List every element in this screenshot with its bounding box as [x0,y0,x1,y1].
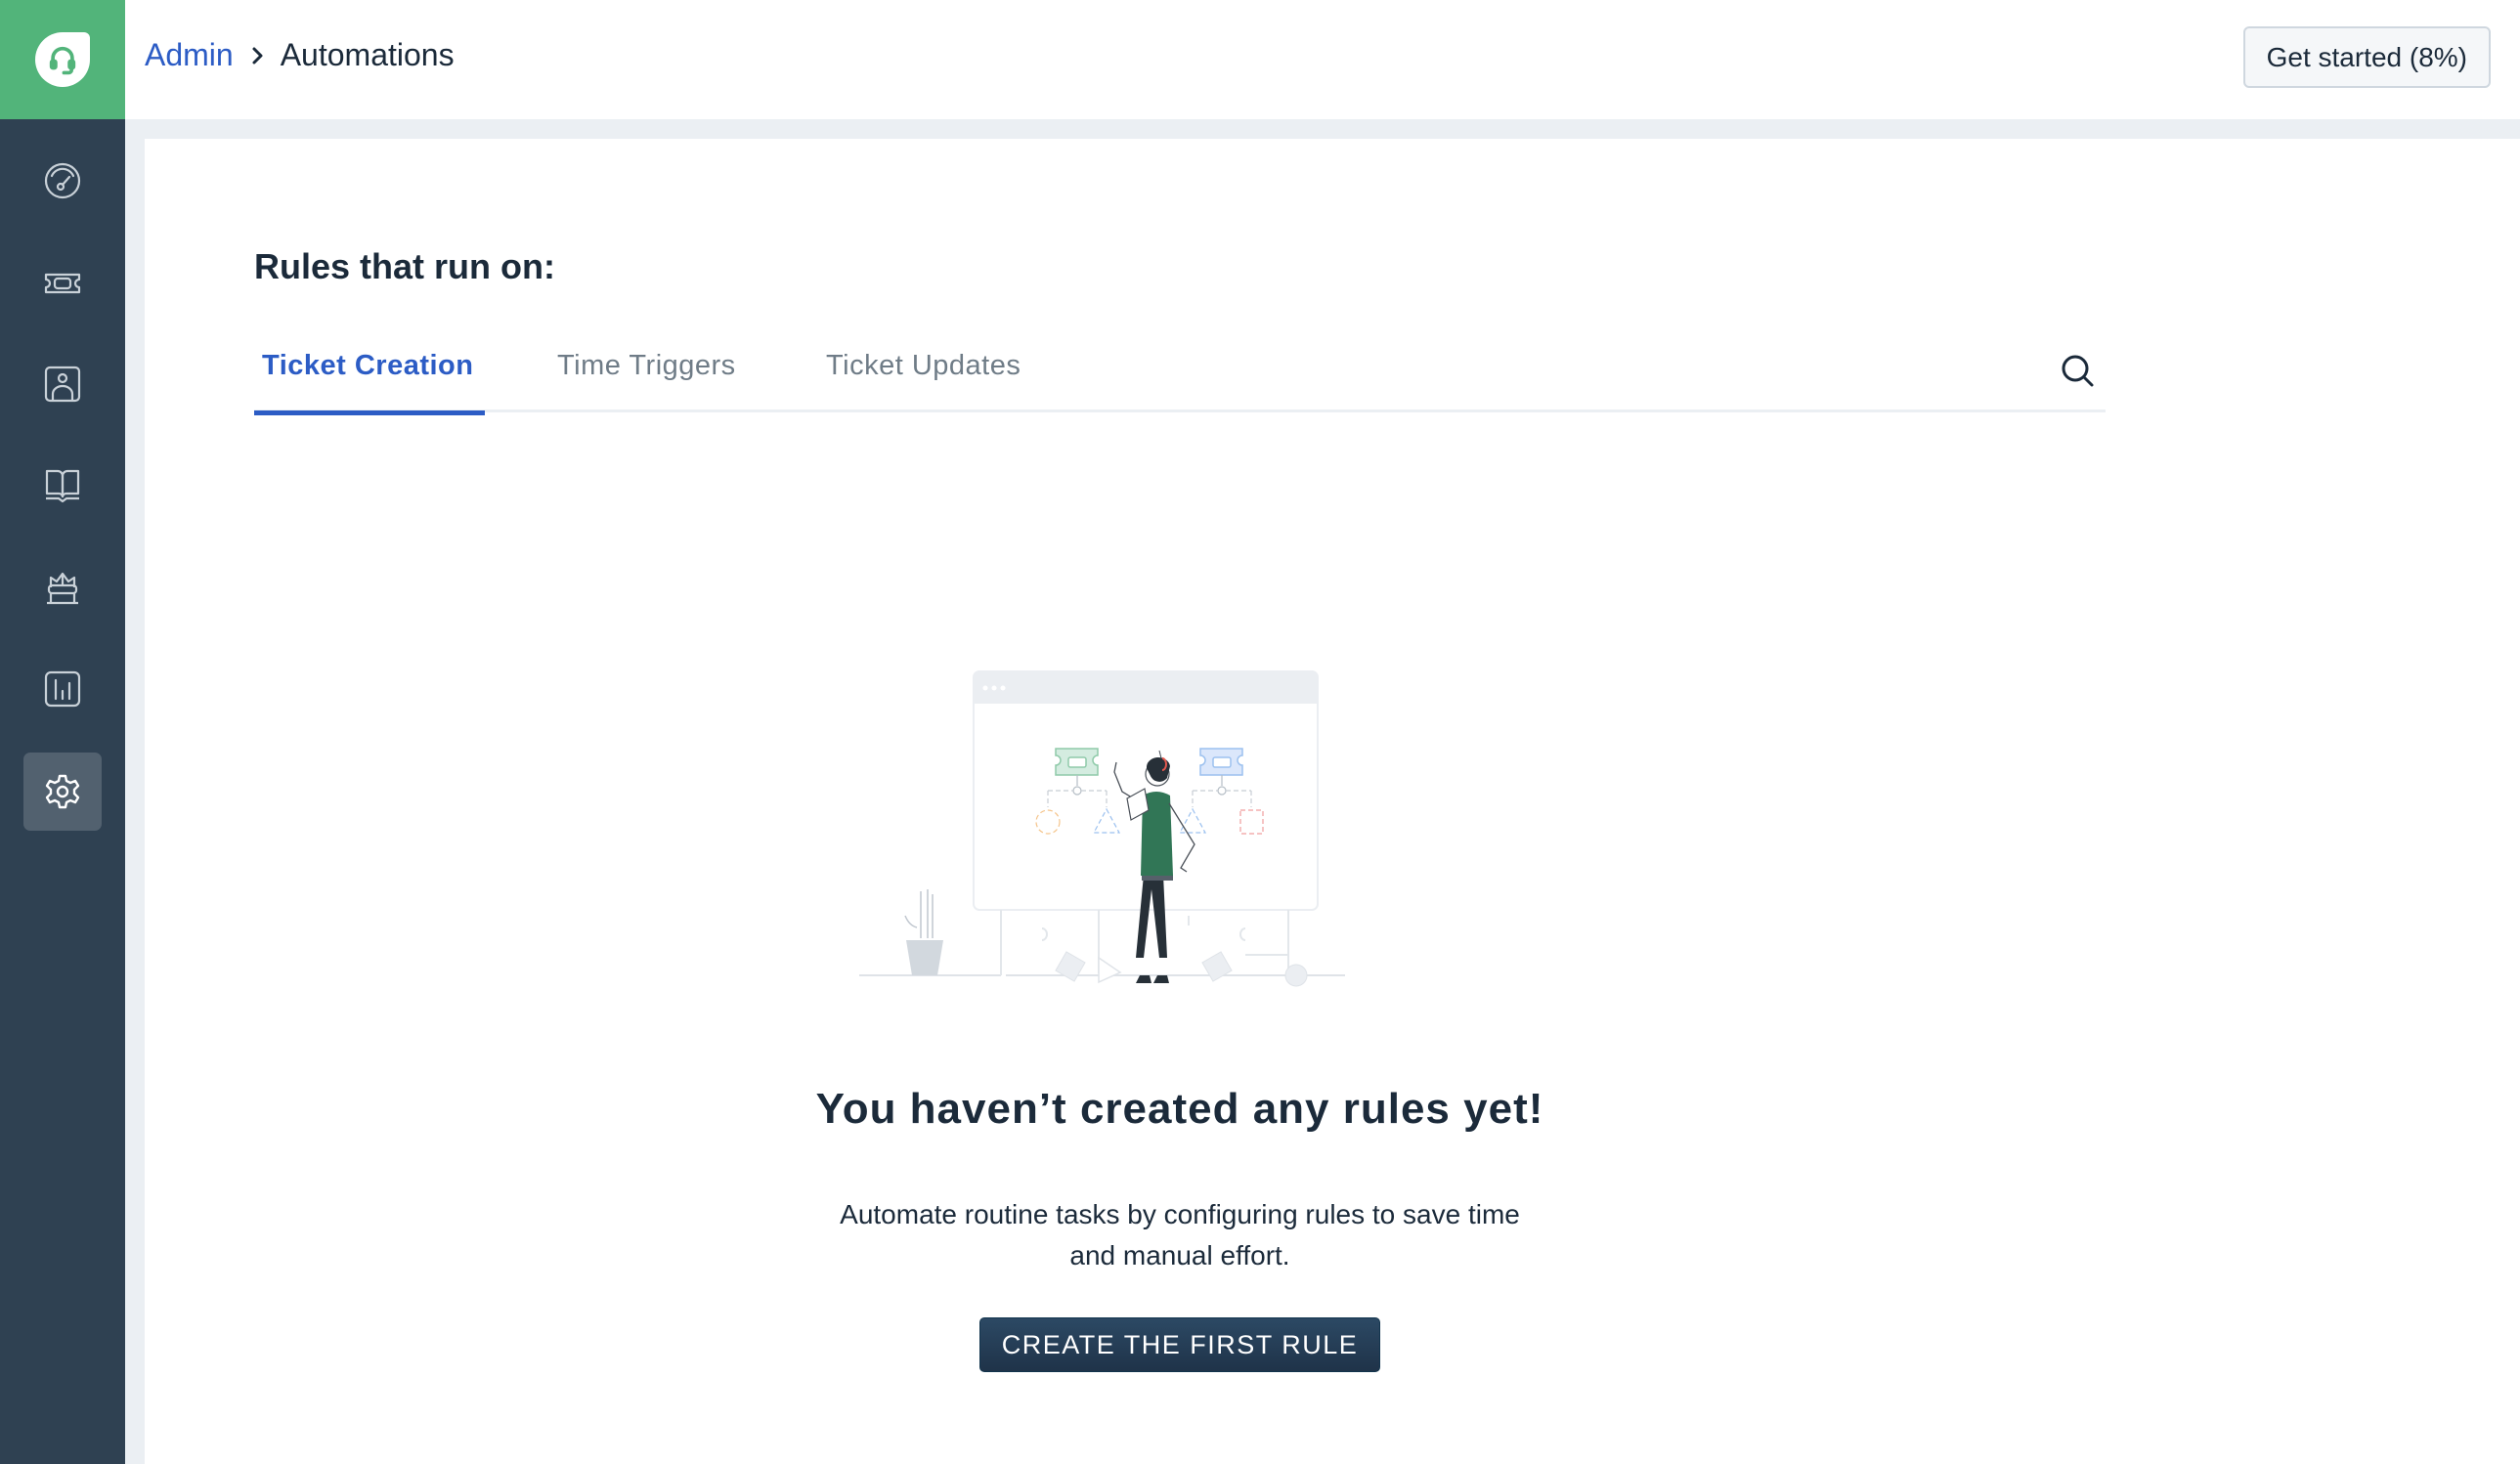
sidebar-item-admin[interactable] [23,753,102,831]
contact-card-icon [44,366,81,403]
breadcrumb-admin-link[interactable]: Admin [145,37,234,73]
app-logo[interactable] [0,0,125,119]
tab-ticket-creation[interactable]: Ticket Creation [254,324,485,415]
logo-leaf [35,32,90,87]
empty-state-description-line-1: Automate routine tasks by configuring ru… [840,1199,1520,1229]
gear-icon [45,774,80,809]
person-building-workflow-illustration [859,670,1345,987]
bar-chart-icon [44,670,81,708]
bot-icon [47,572,78,605]
search-icon [2062,355,2094,387]
headset-icon [49,46,76,75]
sidebar-item-solutions[interactable] [23,447,102,525]
top-header: Admin Automations Get started (8%) [125,0,2520,119]
chevron-right-icon [251,45,265,66]
breadcrumb-current: Automations [280,37,455,72]
sidebar-item-bot[interactable] [23,548,102,626]
empty-state-title: You haven’t created any rules yet! [815,1085,1544,1133]
speedometer-icon [44,162,81,199]
sidebar [0,0,125,1464]
empty-state-description: Automate routine tasks by configuring ru… [145,1194,2215,1276]
sidebar-item-dashboard[interactable] [23,142,102,220]
tab-ticket-updates[interactable]: Ticket Updates [826,324,1021,412]
tab-time-triggers[interactable]: Time Triggers [557,324,736,412]
create-first-rule-button[interactable]: CREATE THE FIRST RULE [979,1317,1380,1372]
empty-state-description-line-2: and manual effort. [1069,1240,1290,1270]
rule-tabs: Ticket Creation Time Triggers Ticket Upd… [254,324,2106,415]
sidebar-item-tickets[interactable] [23,244,102,323]
section-title: Rules that run on: [254,246,555,286]
sidebar-item-contacts[interactable] [23,345,102,423]
open-book-icon [45,469,80,503]
search-button[interactable] [2059,352,2098,391]
sidebar-item-analytics[interactable] [23,650,102,728]
ticket-icon [44,273,81,294]
content-panel: Rules that run on: Ticket Creation Time … [145,139,2520,1464]
get-started-button[interactable]: Get started (8%) [2242,26,2491,88]
breadcrumb: Admin Automations [145,37,455,73]
